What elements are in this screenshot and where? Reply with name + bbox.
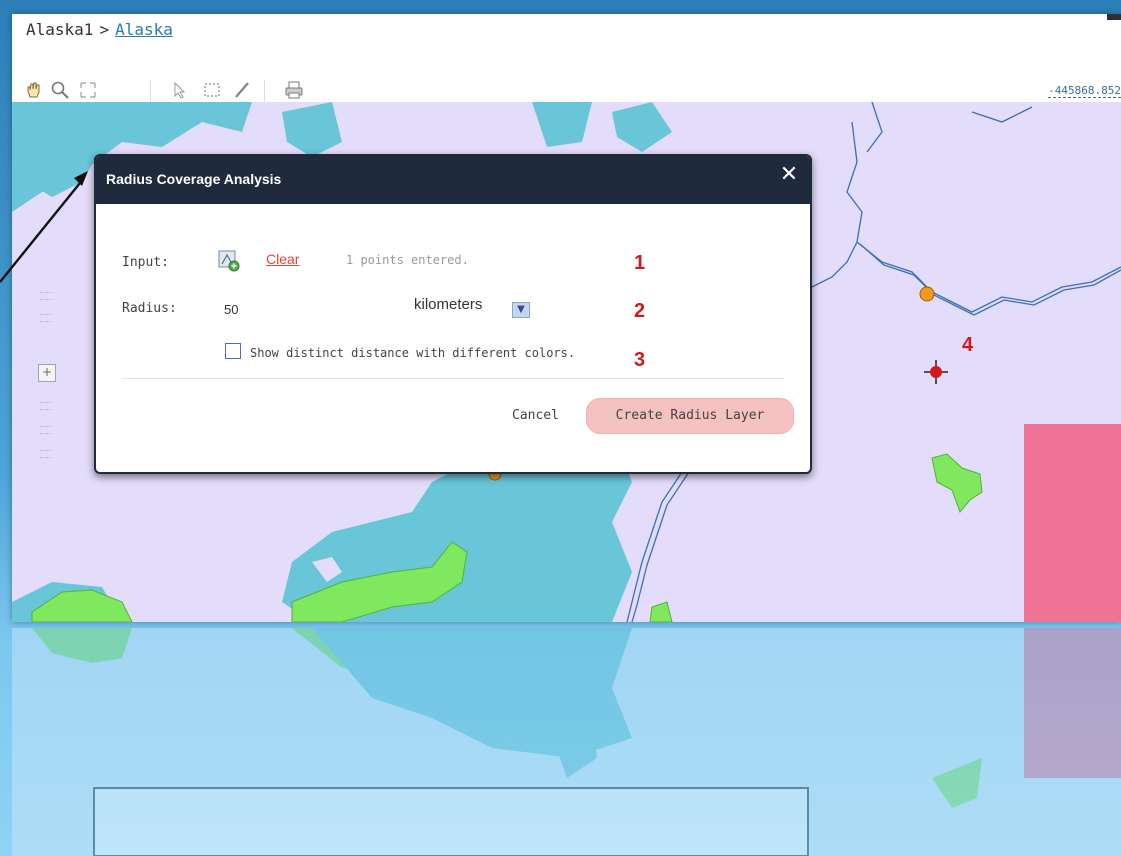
window-edge bbox=[1107, 14, 1121, 20]
dialog-title: Radius Coverage Analysis bbox=[106, 171, 282, 187]
radius-coverage-dialog: Radius Coverage Analysis ✕ Input: Clear … bbox=[94, 154, 812, 474]
cancel-button[interactable]: Cancel bbox=[512, 408, 559, 423]
rectangle-select-icon[interactable] bbox=[202, 80, 222, 100]
toolbar-divider bbox=[150, 80, 151, 102]
pan-icon[interactable] bbox=[24, 80, 44, 100]
radius-label: Radius: bbox=[122, 301, 177, 316]
map-toolbar: -445868.852 bbox=[20, 76, 1121, 102]
breadcrumb: Alaska1 > Alaska bbox=[26, 20, 173, 39]
reflection bbox=[12, 628, 1121, 856]
annotation-number-4: 4 bbox=[962, 334, 974, 356]
show-distinct-label: Show distinct distance with different co… bbox=[250, 346, 576, 360]
close-icon[interactable]: ✕ bbox=[778, 164, 800, 186]
radius-input[interactable]: 50 bbox=[224, 302, 238, 317]
zoom-rail: + bbox=[38, 232, 60, 492]
breadcrumb-separator: > bbox=[99, 20, 110, 39]
zoom-rail-tick[interactable] bbox=[40, 450, 52, 458]
zoom-extent-icon[interactable] bbox=[78, 80, 98, 100]
toolbar-divider bbox=[264, 80, 265, 102]
zoom-rail-tick[interactable] bbox=[40, 314, 52, 322]
clear-link[interactable]: Clear bbox=[266, 251, 299, 267]
zoom-rail-tick[interactable] bbox=[40, 426, 52, 434]
zoom-in-button[interactable]: + bbox=[38, 364, 56, 382]
chevron-down-icon[interactable]: ▼ bbox=[512, 302, 530, 318]
zoom-icon[interactable] bbox=[50, 80, 70, 100]
annotation-number-2: 2 bbox=[634, 300, 646, 322]
annotation-number-3: 3 bbox=[634, 349, 646, 371]
draw-icon[interactable] bbox=[232, 80, 252, 100]
add-point-icon[interactable] bbox=[218, 250, 240, 272]
zoom-rail-tick[interactable] bbox=[40, 402, 52, 410]
unit-select[interactable]: kilometers bbox=[414, 296, 482, 313]
header-bar: Alaska1 > Alaska bbox=[12, 14, 1121, 84]
print-icon[interactable] bbox=[284, 80, 304, 100]
create-radius-layer-button[interactable]: Create Radius Layer bbox=[586, 398, 794, 434]
points-entered-status: 1 points entered. bbox=[346, 253, 469, 267]
breadcrumb-parent[interactable]: Alaska1 bbox=[26, 20, 93, 39]
input-label: Input: bbox=[122, 255, 169, 270]
zoom-rail-tick[interactable] bbox=[40, 292, 52, 300]
select-icon[interactable] bbox=[170, 80, 190, 100]
coordinate-readout: -445868.852 bbox=[1048, 84, 1121, 98]
annotation-number-1: 1 bbox=[634, 252, 646, 274]
breadcrumb-current[interactable]: Alaska bbox=[115, 20, 173, 39]
dialog-header: Radius Coverage Analysis ✕ bbox=[96, 156, 810, 204]
dialog-divider bbox=[122, 378, 784, 379]
show-distinct-checkbox[interactable] bbox=[225, 343, 241, 359]
pink-zone bbox=[1024, 424, 1121, 622]
